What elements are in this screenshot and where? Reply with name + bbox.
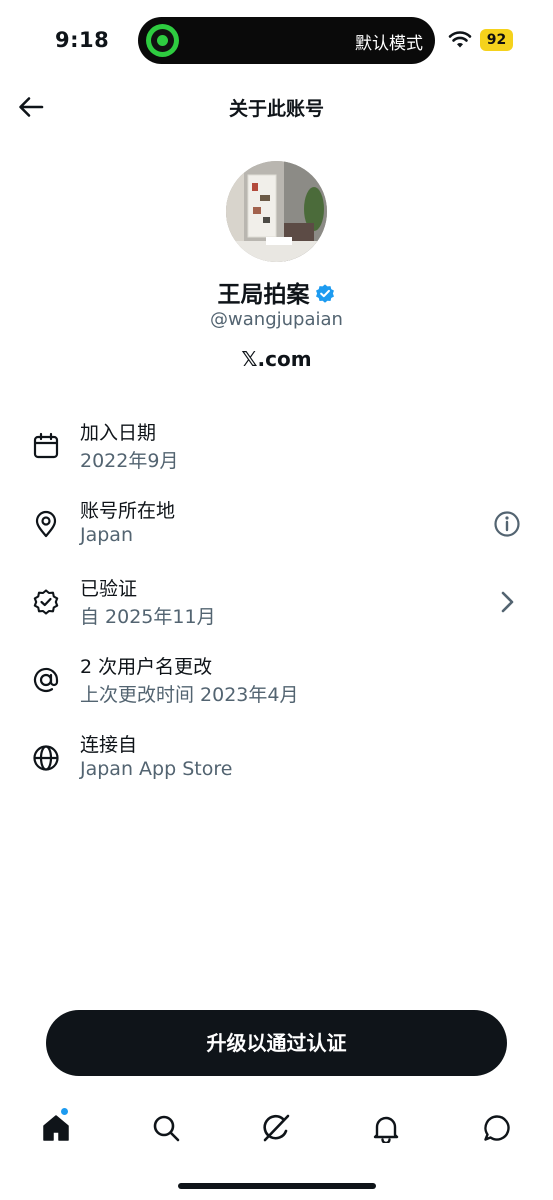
home-indicator[interactable] bbox=[178, 1183, 376, 1189]
grok-icon bbox=[263, 1114, 290, 1142]
tab-grok[interactable] bbox=[256, 1108, 296, 1148]
verified-check-icon bbox=[33, 589, 59, 615]
info-title: 连接自 bbox=[80, 734, 138, 756]
tab-notifications[interactable] bbox=[366, 1108, 406, 1148]
profile-name: 王局拍案 bbox=[217, 282, 310, 308]
tab-messages[interactable] bbox=[477, 1108, 517, 1148]
wifi-icon bbox=[448, 31, 472, 48]
info-value: 上次更改时间 2023年4月 bbox=[80, 684, 299, 706]
globe-icon bbox=[33, 745, 59, 771]
focus-mode-icon bbox=[146, 24, 179, 57]
location-pin-icon bbox=[35, 510, 57, 538]
info-item-username-changes: 2 次用户名更改 上次更改时间 2023年4月 bbox=[0, 652, 553, 714]
notification-dot bbox=[60, 1107, 69, 1116]
verified-badge-icon[interactable] bbox=[314, 283, 336, 305]
profile-handle: @wangjupaian bbox=[210, 309, 343, 330]
profile-name-row: 王局拍案 bbox=[0, 275, 553, 309]
dynamic-island[interactable]: 默认模式 bbox=[138, 17, 435, 64]
info-item-join-date: 加入日期 2022年9月 bbox=[0, 418, 553, 480]
info-item-verified[interactable]: 已验证 自 2025年11月 bbox=[0, 574, 553, 636]
focus-mode-label: 默认模式 bbox=[355, 34, 423, 54]
calendar-icon bbox=[33, 432, 59, 459]
info-item-account-location: 账号所在地 Japan bbox=[0, 496, 553, 558]
header: 关于此账号 bbox=[0, 82, 553, 132]
avatar-image bbox=[226, 161, 327, 262]
info-value: 2022年9月 bbox=[80, 450, 179, 472]
info-item-connected-via: 连接自 Japan App Store bbox=[0, 730, 553, 792]
avatar[interactable] bbox=[226, 161, 327, 262]
bell-icon bbox=[373, 1116, 399, 1143]
info-value: Japan App Store bbox=[80, 758, 233, 780]
tab-search[interactable] bbox=[146, 1108, 186, 1148]
chevron-right-icon[interactable] bbox=[493, 588, 521, 616]
info-title: 加入日期 bbox=[80, 422, 157, 444]
info-value: 自 2025年11月 bbox=[80, 606, 216, 628]
battery-indicator: 92 bbox=[480, 29, 513, 51]
status-bar: 9:18 默认模式 92 bbox=[0, 0, 553, 82]
upgrade-verify-button[interactable]: 升级以通过认证 bbox=[46, 1010, 507, 1076]
tab-home[interactable] bbox=[36, 1107, 76, 1148]
info-value: Japan bbox=[80, 524, 133, 546]
info-title: 账号所在地 bbox=[80, 500, 176, 522]
info-title: 2 次用户名更改 bbox=[80, 656, 213, 678]
home-icon bbox=[43, 1115, 69, 1141]
at-sign-icon bbox=[33, 667, 59, 693]
info-title: 已验证 bbox=[80, 578, 138, 600]
info-circle-icon[interactable] bbox=[493, 510, 521, 538]
site-label: 𝕏.com bbox=[241, 347, 312, 371]
search-icon bbox=[153, 1115, 180, 1142]
bottom-tab-bar bbox=[0, 1100, 553, 1160]
chat-icon bbox=[484, 1115, 510, 1141]
page-title: 关于此账号 bbox=[228, 98, 324, 120]
status-time: 9:18 bbox=[55, 28, 110, 52]
